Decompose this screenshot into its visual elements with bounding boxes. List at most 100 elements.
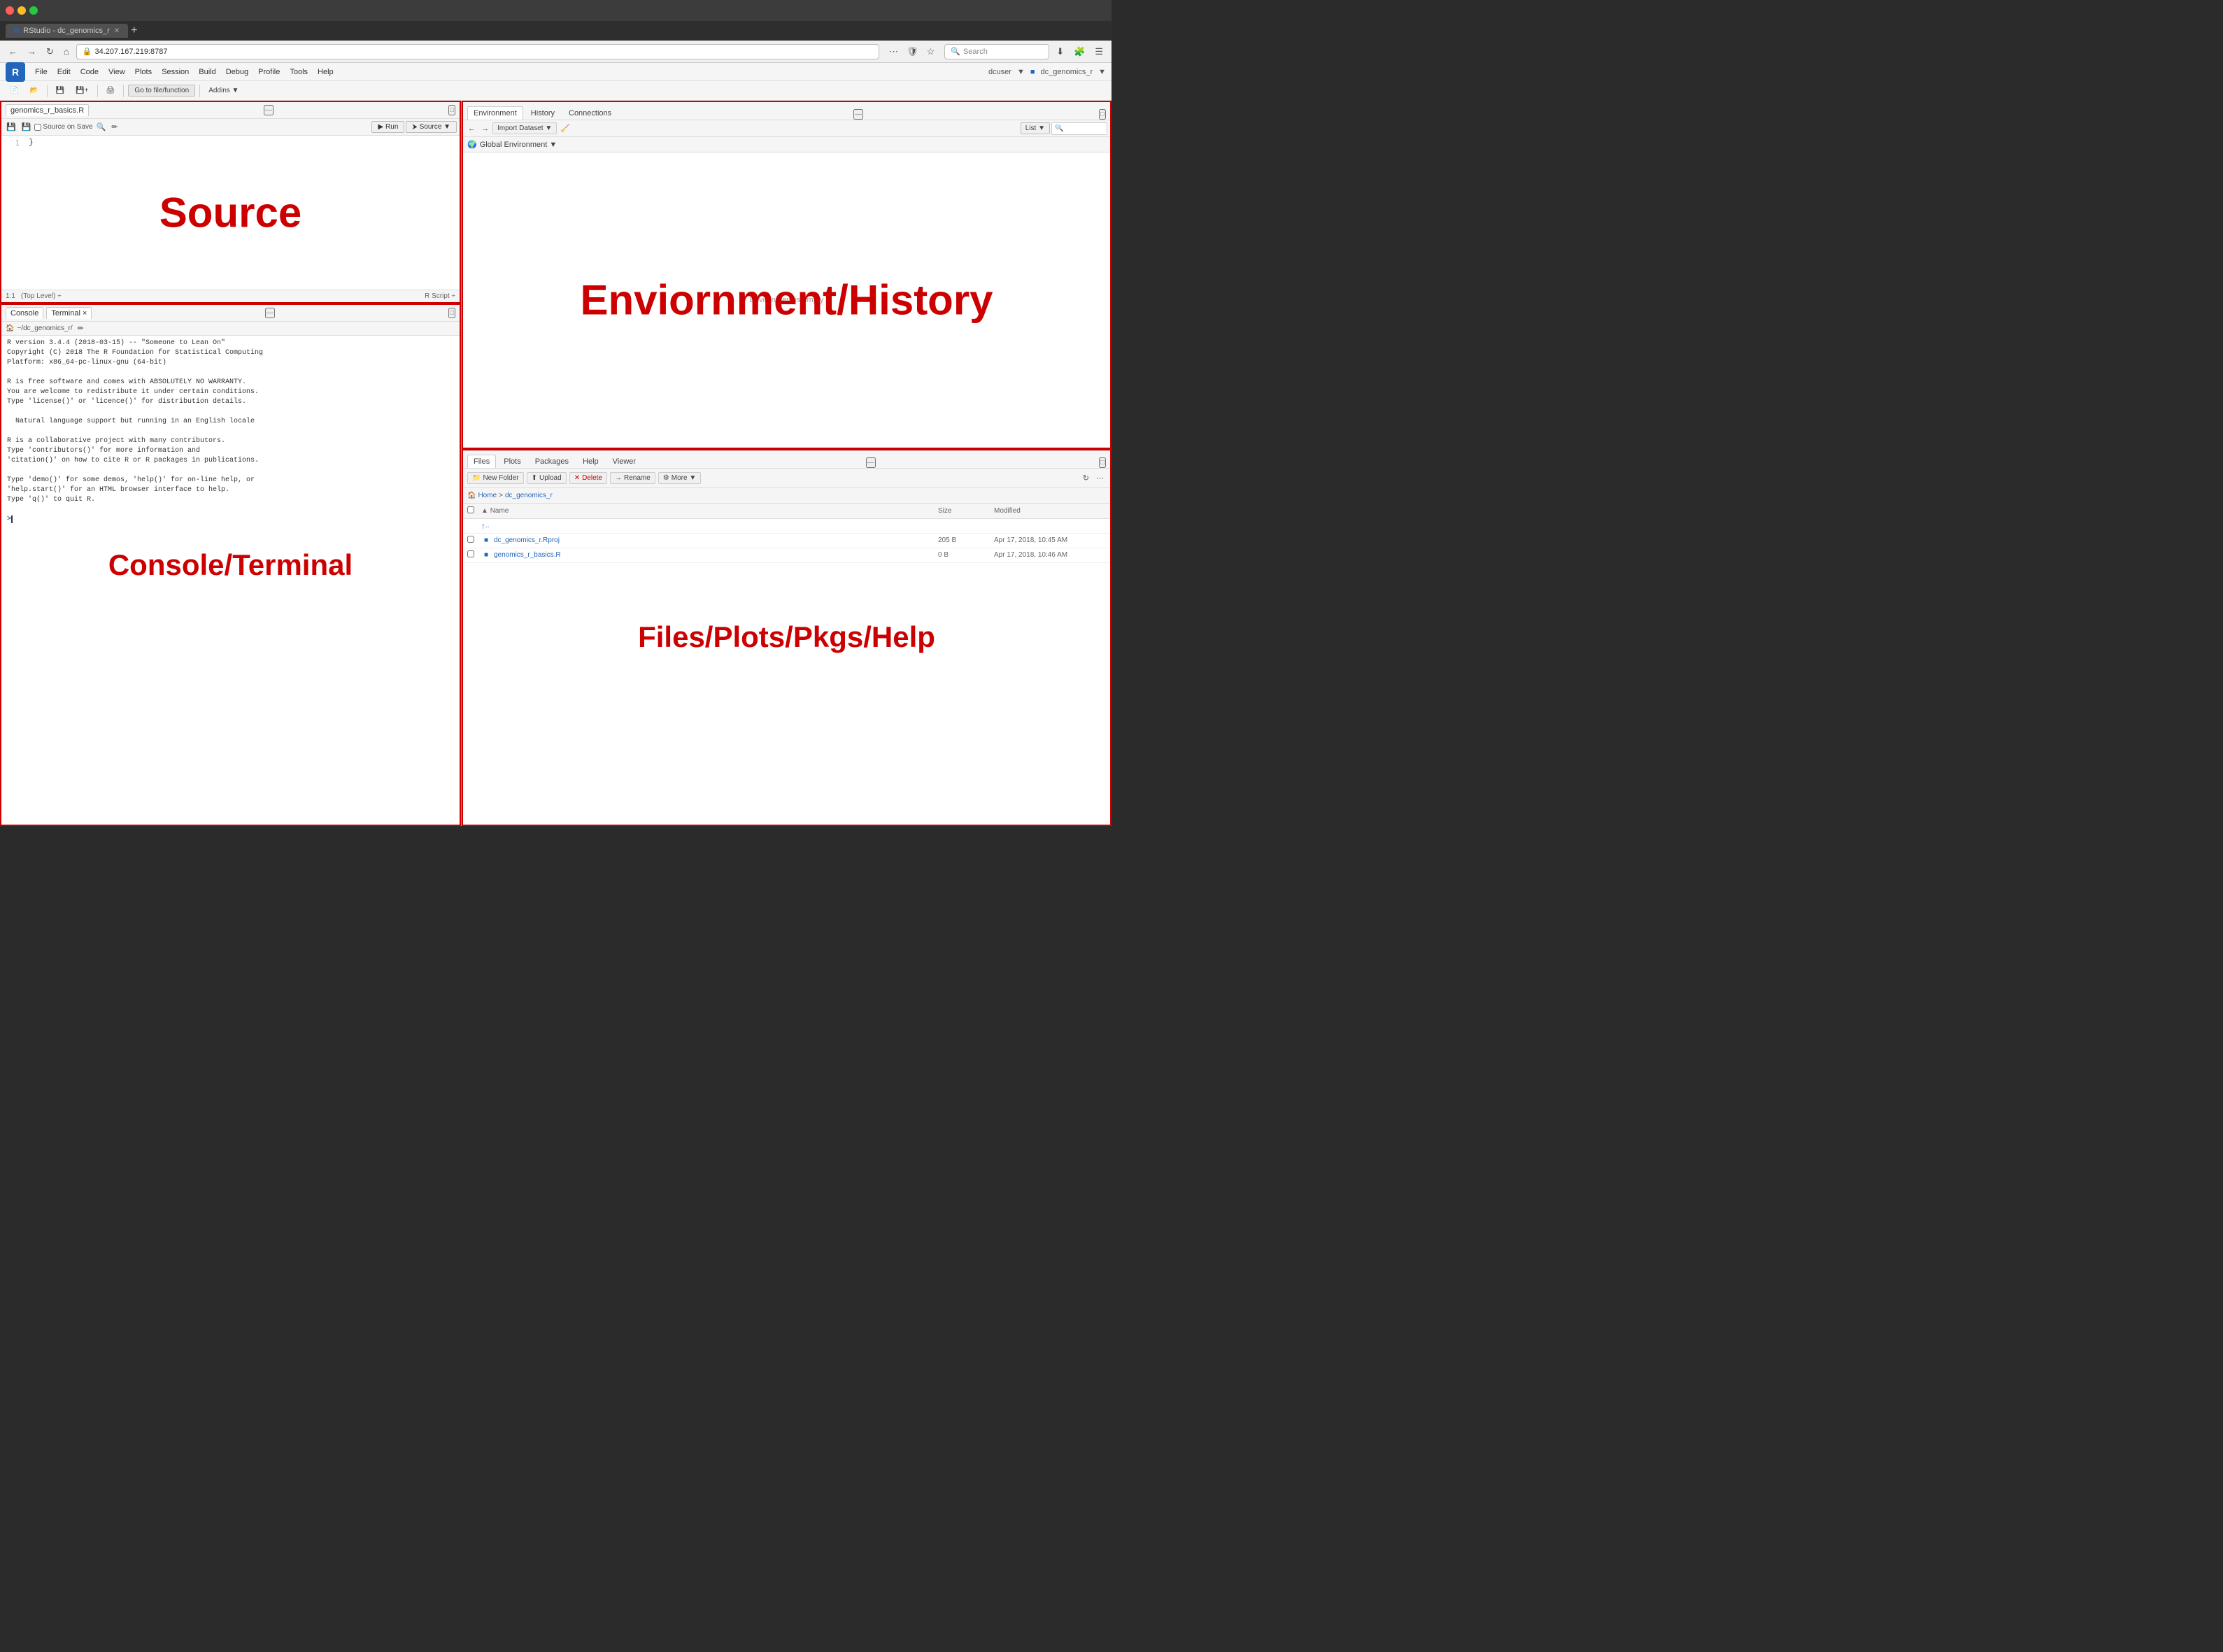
shield-icon[interactable]: 🛡 (904, 45, 921, 59)
source-save-all-icon[interactable]: 💾 (20, 122, 34, 132)
back-button[interactable]: ← (6, 45, 20, 58)
folder-breadcrumb[interactable]: dc_genomics_r (505, 492, 553, 499)
import-dataset-btn[interactable]: Import Dataset ▼ (492, 122, 557, 134)
console-maximize-btn[interactable]: □ (448, 308, 455, 318)
code-area[interactable]: } (29, 138, 457, 147)
col-modified-header[interactable]: Modified (994, 507, 1106, 515)
minimize-button[interactable] (17, 6, 26, 15)
rproj-checkbox[interactable] (467, 536, 474, 543)
files-more-icon[interactable]: ⋯ (1094, 473, 1106, 483)
tab-history[interactable]: History (525, 106, 561, 120)
traffic-lights (6, 6, 38, 15)
source-maximize-btn[interactable]: □ (448, 105, 455, 115)
search-bar[interactable]: 🔍 Search (944, 44, 1049, 59)
code-tools-btn[interactable]: ✏ (109, 122, 120, 132)
tab-close-icon[interactable]: ✕ (114, 27, 120, 35)
terminal-tab[interactable]: Terminal × (46, 307, 92, 319)
console-path-btn[interactable]: ✏ (76, 323, 86, 334)
new-tab-button[interactable]: + (131, 24, 137, 37)
home-breadcrumb[interactable]: Home (478, 492, 497, 499)
close-button[interactable] (6, 6, 14, 15)
file-row-parent[interactable]: ↑ .. (463, 519, 1110, 534)
env-forward-icon[interactable]: → (479, 124, 491, 134)
file-row-r-basics[interactable]: ■ genomics_r_basics.R 0 B Apr 17, 2018, … (463, 548, 1110, 563)
browser-tab[interactable]: R RStudio - dc_genomics_r ✕ (6, 24, 128, 38)
parent-dir-link[interactable]: .. (485, 522, 938, 529)
tab-environment[interactable]: Environment (467, 106, 523, 120)
more-btn[interactable]: ⚙ More ▼ (658, 472, 701, 484)
goto-file-btn[interactable]: Go to file/function (128, 85, 195, 97)
left-panel: genomics_r_basics.R — □ 💾 💾 Source on Sa… (0, 101, 462, 826)
col-name-header[interactable]: ▲ Name (481, 507, 938, 515)
rproj-checkbox-cell[interactable] (467, 536, 481, 545)
find-btn[interactable]: 🔍 (94, 122, 108, 132)
files-refresh-icon[interactable]: ↻ (1081, 473, 1091, 483)
delete-btn[interactable]: ✕ Delete (569, 472, 607, 484)
source-on-save-checkbox[interactable] (34, 124, 41, 131)
menu-file[interactable]: File (31, 66, 52, 78)
col-size-header[interactable]: Size (938, 507, 994, 515)
source-minimize-btn[interactable]: — (264, 105, 274, 115)
tab-plots[interactable]: Plots (497, 455, 527, 468)
env-search-input[interactable] (1051, 122, 1107, 135)
source-on-save-label[interactable]: Source on Save (34, 123, 92, 131)
source-file-tab[interactable]: genomics_r_basics.R (6, 104, 89, 116)
rproj-link[interactable]: dc_genomics_r.Rproj (494, 536, 938, 544)
home-button[interactable]: ⌂ (61, 45, 72, 58)
list-btn[interactable]: List ▼ (1021, 122, 1050, 134)
files-minimize-btn[interactable]: — (866, 457, 876, 468)
refresh-button[interactable]: ↻ (43, 45, 57, 59)
menu-plots[interactable]: Plots (131, 66, 156, 78)
r-basics-link[interactable]: genomics_r_basics.R (494, 551, 938, 559)
rename-btn[interactable]: → Rename (610, 472, 655, 484)
tab-viewer[interactable]: Viewer (606, 455, 642, 468)
source-save-icon[interactable]: 💾 (4, 122, 18, 132)
forward-button[interactable]: → (24, 45, 39, 58)
tab-files[interactable]: Files (467, 455, 496, 468)
r-basics-checkbox[interactable] (467, 550, 474, 557)
new-file-btn[interactable]: 📄 (6, 85, 22, 97)
console-minimize-btn[interactable]: — (265, 308, 275, 318)
rproj-icon: ■ (481, 536, 491, 546)
save-all-btn[interactable]: 💾+ (71, 85, 92, 97)
tab-packages[interactable]: Packages (529, 455, 575, 468)
source-btn[interactable]: ⮞ Source ▼ (406, 121, 457, 133)
files-maximize-btn[interactable]: □ (1099, 457, 1106, 468)
print-btn[interactable]: 🖨 (102, 85, 120, 97)
menu-profile[interactable]: Profile (254, 66, 284, 78)
menu-debug[interactable]: Debug (222, 66, 253, 78)
bookmarks-icon[interactable]: ⋯ (886, 45, 901, 59)
new-folder-btn[interactable]: 📁 New Folder (467, 472, 524, 484)
console-line-2: Copyright (C) 2018 The R Foundation for … (7, 348, 454, 358)
r-basics-checkbox-cell[interactable] (467, 550, 481, 560)
select-all-checkbox[interactable] (467, 506, 474, 513)
address-bar[interactable]: 🔒 34.207.167.219:8787 (76, 44, 879, 59)
tab-help[interactable]: Help (576, 455, 605, 468)
save-btn[interactable]: 💾 (52, 85, 69, 97)
menu-edit[interactable]: Edit (53, 66, 75, 78)
menu-help[interactable]: Help (313, 66, 338, 78)
addins-btn[interactable]: Addins ▼ (204, 85, 243, 97)
menu-code[interactable]: Code (76, 66, 103, 78)
menu-session[interactable]: Session (157, 66, 193, 78)
menu-build[interactable]: Build (194, 66, 220, 78)
run-btn[interactable]: ▶ Run (371, 121, 404, 133)
env-minimize-btn[interactable]: — (853, 109, 863, 120)
env-clear-btn[interactable]: 🧹 (558, 123, 572, 134)
menu-view[interactable]: View (104, 66, 129, 78)
console-tab[interactable]: Console (6, 307, 43, 319)
download-icon[interactable]: ⬇ (1053, 45, 1067, 59)
menu-tools[interactable]: Tools (285, 66, 312, 78)
open-file-btn[interactable]: 📂 (25, 85, 42, 97)
upload-btn[interactable]: ⬆ Upload (527, 472, 567, 484)
env-back-icon[interactable]: ← (466, 124, 478, 134)
tab-connections[interactable]: Connections (562, 106, 618, 120)
global-env-label[interactable]: Global Environment ▼ (480, 141, 557, 149)
file-row-rproj[interactable]: ■ dc_genomics_r.Rproj 205 B Apr 17, 2018… (463, 534, 1110, 548)
menu-icon[interactable]: ☰ (1092, 45, 1106, 59)
star-icon[interactable]: ☆ (924, 45, 938, 59)
extensions-icon[interactable]: 🧩 (1071, 45, 1088, 59)
env-maximize-btn[interactable]: □ (1099, 109, 1106, 120)
console-content[interactable]: R version 3.4.4 (2018-03-15) -- "Someone… (1, 336, 460, 825)
fullscreen-button[interactable] (29, 6, 38, 15)
